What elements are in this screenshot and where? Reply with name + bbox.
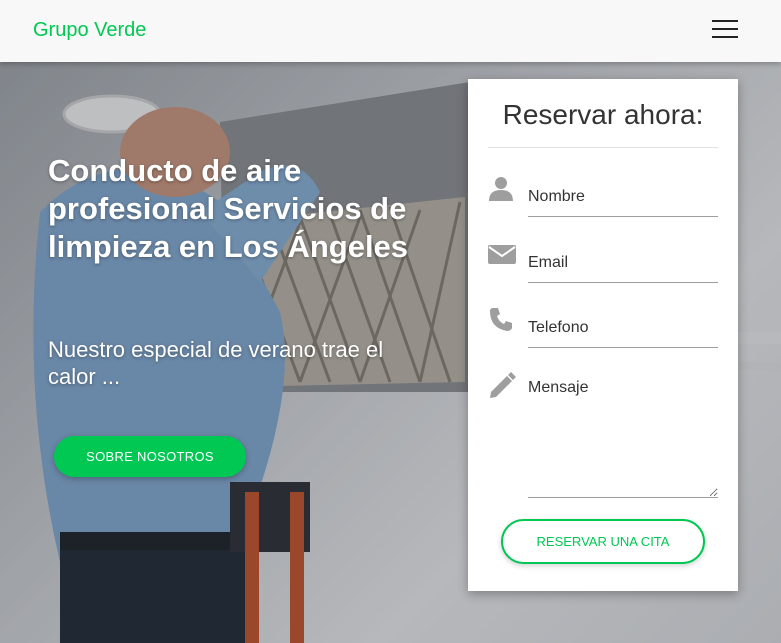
menu-bar — [712, 36, 738, 38]
divider — [488, 147, 718, 148]
pencil-icon — [490, 372, 516, 398]
brand-logo-link[interactable]: Grupo Verde — [33, 19, 146, 42]
phone-icon — [490, 308, 512, 331]
navbar: Grupo Verde — [0, 0, 781, 62]
phone-field-group — [488, 306, 718, 348]
hamburger-menu-icon[interactable] — [712, 20, 738, 40]
email-input[interactable] — [528, 249, 718, 283]
booking-title: Reservar ahora: — [502, 99, 704, 130]
booking-card: Reservar ahora: RESERVAR UNA CITA — [468, 79, 738, 591]
phone-input[interactable] — [528, 314, 718, 348]
name-input[interactable] — [528, 183, 718, 217]
about-us-button[interactable]: SOBRE NOSOTROS — [54, 436, 246, 477]
name-field-group — [488, 175, 718, 217]
menu-bar — [712, 20, 738, 22]
menu-bar — [712, 28, 738, 30]
message-textarea[interactable] — [528, 379, 718, 498]
email-field-group — [488, 241, 718, 283]
hero-subtitle: Nuestro especial de verano trae el calor… — [48, 337, 384, 389]
user-icon — [489, 177, 513, 201]
envelope-icon — [488, 245, 516, 264]
book-appointment-button[interactable]: RESERVAR UNA CITA — [501, 519, 705, 564]
message-field-group — [488, 371, 718, 498]
hero-headline: Conducto de aire profesional Servicios d… — [48, 153, 409, 264]
